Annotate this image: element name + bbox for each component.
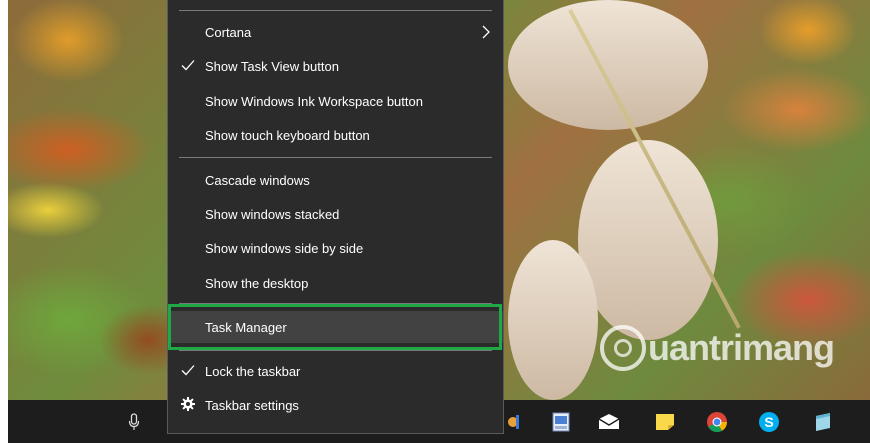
- menu-separator-top: [179, 10, 492, 11]
- checkmark-icon: [181, 60, 195, 71]
- menu-item-lock-the-taskbar[interactable]: Lock the taskbar: [168, 355, 503, 387]
- skype-icon[interactable]: S: [758, 412, 780, 432]
- menu-separator: [179, 157, 492, 158]
- wallpaper-paw-left: [508, 240, 598, 400]
- gear-icon: [181, 397, 195, 411]
- image-viewer-icon[interactable]: [550, 412, 572, 432]
- menu-item-label: Cortana: [205, 24, 252, 40]
- menu-item-label: Show Task View button: [205, 58, 339, 74]
- menu-item-label: Lock the taskbar: [205, 363, 301, 379]
- menu-item-label: Show the desktop: [205, 275, 309, 291]
- menu-item-show-windows-stacked[interactable]: Show windows stacked: [168, 198, 503, 230]
- microphone-icon[interactable]: [128, 413, 140, 431]
- menu-item-show-windows-side-by-side[interactable]: Show windows side by side: [168, 232, 503, 264]
- menu-item-show-task-view-button[interactable]: Show Task View button: [168, 50, 503, 82]
- menu-separator: [179, 350, 492, 351]
- menu-item-label: Show windows stacked: [205, 206, 340, 222]
- wallpaper-paw-lower: [578, 140, 718, 340]
- chrome-icon[interactable]: [706, 412, 728, 433]
- svg-text:S: S: [764, 414, 773, 430]
- notes-icon[interactable]: [812, 412, 834, 432]
- menu-item-cortana[interactable]: Cortana: [168, 16, 503, 48]
- menu-item-show-touch-keyboard-button[interactable]: Show touch keyboard button: [168, 119, 503, 151]
- watermark-text: uantrimang: [648, 327, 835, 368]
- menu-item-label: Taskbar settings: [205, 397, 299, 413]
- menu-item-show-ink-workspace-button[interactable]: Show Windows Ink Workspace button: [168, 85, 503, 117]
- menu-item-cascade-windows[interactable]: Cascade windows: [168, 164, 503, 196]
- taskbar-context-menu: Cortana Show Task View button Show Windo…: [167, 0, 504, 434]
- menu-item-show-the-desktop[interactable]: Show the desktop: [168, 267, 503, 299]
- menu-item-label: Show Windows Ink Workspace button: [205, 93, 423, 109]
- checkmark-icon: [181, 365, 195, 376]
- chevron-right-icon: [482, 25, 490, 39]
- wallpaper-paw-upper: [508, 0, 708, 130]
- watermark: uantrimang: [600, 325, 835, 371]
- menu-item-label: Show touch keyboard button: [205, 127, 370, 143]
- menu-item-label: Cascade windows: [205, 172, 310, 188]
- menu-item-label: Show windows side by side: [205, 240, 364, 256]
- watermark-logo-icon: [600, 325, 646, 371]
- mail-icon[interactable]: [598, 412, 620, 432]
- menu-item-taskbar-settings[interactable]: Taskbar settings: [168, 389, 503, 421]
- app-icon[interactable]: [504, 412, 526, 432]
- task-manager-highlight-frame: [168, 304, 502, 350]
- sticky-notes-icon[interactable]: [654, 412, 676, 432]
